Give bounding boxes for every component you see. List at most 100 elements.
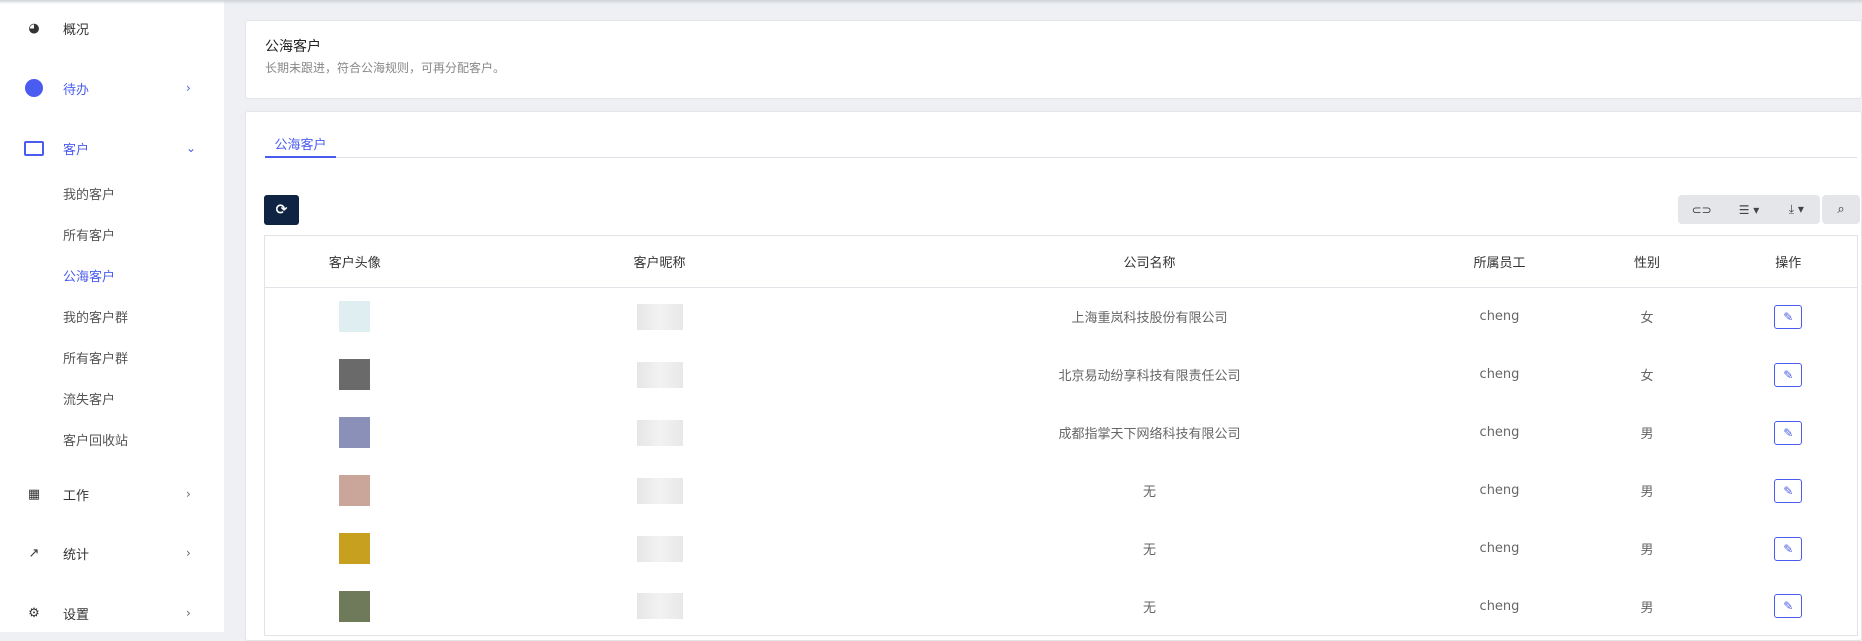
avatar-cell (265, 578, 445, 636)
edit-button[interactable]: ✎ (1774, 594, 1803, 619)
chevron-right-icon: › (186, 546, 191, 560)
gender-cell: 女 (1640, 311, 1654, 327)
page-header: 公海客户 长期未跟进，符合公海规则，可再分配客户。 (245, 20, 1862, 99)
gender-cell: 男 (1640, 485, 1654, 500)
chevron-down-icon: ⌄ (186, 141, 197, 155)
grid-icon: ▦ (27, 486, 41, 502)
actions-cell: ✎ (1720, 520, 1858, 578)
pencil-icon: ✎ (1783, 367, 1794, 382)
nickname-cell (445, 288, 875, 346)
table-row: 北京易动纷享科技有限责任公司 cheng 女 ✎ (265, 346, 1858, 404)
actions-cell: ✎ (1720, 346, 1858, 404)
sidebar-item-todo[interactable]: 待办 › (0, 76, 224, 100)
avatar (339, 533, 371, 564)
avatar (339, 475, 371, 506)
nickname-cell (445, 520, 875, 578)
table-row: 成都指掌天下网络科技有限公司 cheng 男 ✎ (265, 404, 1858, 462)
sidebar-item-overview[interactable]: ◕ 概况 (0, 16, 224, 40)
page-description: 长期未跟进，符合公海规则，可再分配客户。 (265, 61, 506, 75)
pencil-icon: ✎ (1783, 425, 1794, 440)
columns-icon[interactable]: ☰ ▾ (1725, 203, 1772, 217)
staff-cell: cheng (1479, 367, 1520, 382)
chevron-right-icon: › (186, 81, 191, 95)
export-icon[interactable]: ⤓ ▾ (1773, 202, 1820, 217)
gender-cell: 男 (1640, 543, 1654, 558)
actions-cell: ✎ (1720, 404, 1858, 462)
table-row: 无 cheng 男 ✎ (265, 520, 1858, 578)
search-icon: ⌕ (1837, 202, 1845, 217)
refresh-icon: ⟳ (275, 202, 288, 218)
edit-button[interactable]: ✎ (1774, 304, 1803, 329)
chevron-right-icon: › (186, 606, 191, 620)
sidebar-sub-my-groups[interactable]: 我的客户群 (63, 307, 128, 326)
col-gender: 性别 (1574, 235, 1720, 288)
col-nickname: 客户昵称 (444, 235, 875, 288)
avatar (339, 359, 371, 390)
blurred-nickname (636, 361, 683, 388)
avatar-cell (265, 520, 445, 578)
nickname-cell (445, 578, 875, 636)
table-header: 客户头像 客户昵称 公司名称 所属员工 性别 操作 (264, 235, 1858, 288)
col-staff: 所属员工 (1424, 235, 1575, 288)
blurred-nickname (636, 419, 683, 446)
pencil-icon: ✎ (1783, 483, 1794, 498)
search-button[interactable]: ⌕ (1822, 195, 1860, 224)
chevron-right-icon: › (186, 487, 191, 501)
pencil-icon: ✎ (1783, 309, 1794, 324)
table-row: 无 cheng 男 ✎ (265, 462, 1858, 520)
sidebar-sub-all-customers[interactable]: 所有客户 (63, 225, 115, 244)
blurred-nickname (636, 477, 683, 504)
pencil-icon: ✎ (1783, 541, 1794, 556)
company-cell: 上海重岚科技股份有限公司 (1071, 311, 1228, 327)
todo-icon (24, 78, 44, 98)
sidebar-item-customers[interactable]: 客户 ⌄ (0, 136, 224, 160)
company-cell: 北京易动纷享科技有限责任公司 (1058, 369, 1241, 384)
sidebar-sub-public-customers[interactable]: 公海客户 (63, 266, 115, 285)
sidebar-item-settings[interactable]: ⚙ 设置 › (0, 601, 224, 625)
edit-button[interactable]: ✎ (1774, 420, 1803, 445)
gender-cell: 男 (1640, 427, 1654, 442)
table-toolbar: ⊂⊃ ☰ ▾ ⤓ ▾ (1678, 195, 1820, 224)
edit-button[interactable]: ✎ (1774, 536, 1803, 561)
avatar-cell (265, 288, 445, 346)
toggle-icon[interactable]: ⊂⊃ (1678, 203, 1725, 217)
gender-cell: 女 (1640, 369, 1654, 384)
avatar-cell (265, 462, 445, 520)
sidebar-sub-recycle-bin[interactable]: 客户回收站 (63, 430, 128, 449)
staff-cell: cheng (1479, 309, 1520, 325)
staff-cell: cheng (1479, 598, 1520, 614)
edit-button[interactable]: ✎ (1774, 478, 1803, 503)
nickname-cell (445, 404, 875, 462)
company-cell: 无 (1142, 485, 1156, 500)
actions-cell: ✎ (1720, 462, 1858, 520)
sidebar-item-stats[interactable]: ↗ 统计 › (0, 541, 224, 565)
sidebar-sub-all-groups[interactable]: 所有客户群 (63, 348, 128, 367)
staff-cell: cheng (1479, 483, 1520, 498)
nickname-cell (445, 346, 875, 404)
company-cell: 无 (1142, 600, 1156, 616)
col-actions: 操作 (1719, 235, 1858, 288)
customer-table: 客户头像 客户昵称 公司名称 所属员工 性别 操作 上海重岚科技股份有限公司 c… (264, 235, 1858, 636)
nickname-cell (445, 462, 875, 520)
sidebar-sub-lost-customers[interactable]: 流失客户 (63, 389, 115, 408)
id-card-icon (24, 138, 44, 158)
top-shadow (0, 0, 1862, 4)
tab-divider (265, 157, 1857, 158)
col-avatar: 客户头像 (264, 235, 445, 288)
staff-cell: cheng (1479, 541, 1520, 556)
company-cell: 无 (1142, 543, 1156, 558)
edit-button[interactable]: ✎ (1774, 362, 1803, 387)
refresh-button[interactable]: ⟳ (264, 195, 299, 225)
actions-cell: ✎ (1720, 288, 1858, 346)
tab-public-customers[interactable]: 公海客户 (265, 134, 336, 153)
blurred-nickname (636, 535, 683, 562)
avatar-cell (265, 346, 445, 404)
sidebar-sub-my-customers[interactable]: 我的客户 (63, 184, 115, 203)
page-title: 公海客户 (265, 39, 321, 55)
avatar (339, 590, 371, 622)
actions-cell: ✎ (1720, 578, 1858, 636)
sidebar-item-work[interactable]: ▦ 工作 › (0, 482, 224, 506)
avatar (339, 417, 371, 448)
avatar (339, 301, 371, 333)
tab-underline (265, 156, 336, 158)
